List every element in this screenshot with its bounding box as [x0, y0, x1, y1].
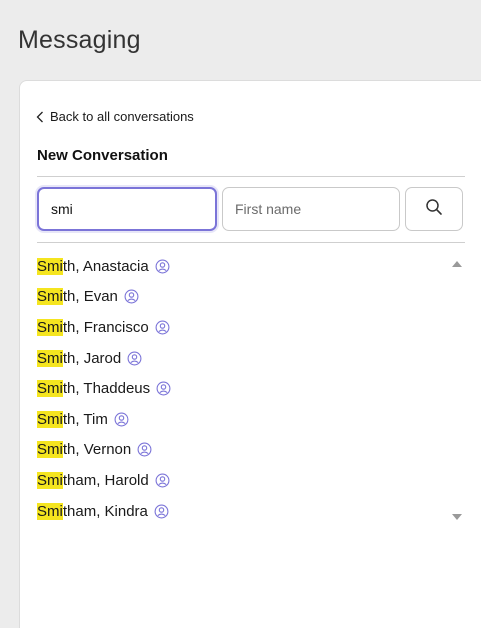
contact-name: tham, Kindra	[62, 502, 148, 520]
match-highlight: Smi	[37, 502, 63, 520]
back-link-label: Back to all conversations	[50, 109, 194, 124]
contact-name: th, Evan	[62, 288, 118, 306]
back-to-conversations-link[interactable]: Back to all conversations	[36, 109, 194, 124]
section-title: New Conversation	[37, 147, 168, 164]
contact-name: th, Vernon	[62, 441, 132, 459]
contact-list-item[interactable]: Smi th, Vernon	[37, 435, 449, 466]
scroll-down-arrow-icon[interactable]	[452, 514, 462, 520]
contact-list-item[interactable]: Smi th, Thaddeus	[37, 373, 449, 404]
person-icon	[127, 351, 142, 366]
contact-list-item[interactable]: Smi th, Anastacia	[37, 251, 449, 282]
contact-name: th, Jarod	[62, 349, 122, 367]
last-name-input[interactable]	[37, 187, 217, 231]
person-icon	[155, 473, 170, 488]
search-row	[37, 187, 465, 233]
person-icon	[154, 504, 169, 519]
contact-name: tham, Harold	[62, 471, 149, 489]
contact-name: th, Tim	[62, 410, 108, 428]
results-list: Smi th, Anastacia Smi th, Evan Smi th, Franci…	[37, 251, 449, 526]
first-name-input[interactable]	[222, 187, 400, 231]
chevron-left-icon	[36, 111, 44, 123]
contact-name: th, Anastacia	[62, 257, 149, 275]
match-highlight: Smi	[37, 441, 63, 459]
contact-list-item[interactable]: Smi th, Jarod	[37, 343, 449, 374]
person-icon	[124, 289, 139, 304]
new-conversation-panel: Back to all conversations New Conversati…	[19, 80, 481, 628]
person-icon	[156, 381, 171, 396]
contact-list-item[interactable]: Smi th, Evan	[37, 282, 449, 313]
scroll-up-arrow-icon[interactable]	[452, 261, 462, 267]
match-highlight: Smi	[37, 380, 63, 398]
match-highlight: Smi	[37, 257, 63, 275]
match-highlight: Smi	[37, 288, 63, 306]
contact-list-item[interactable]: Smi tham, Harold	[37, 465, 449, 496]
match-highlight: Smi	[37, 471, 63, 489]
person-icon	[155, 320, 170, 335]
search-button[interactable]	[405, 187, 463, 231]
contact-name: th, Francisco	[62, 318, 149, 336]
match-highlight: Smi	[37, 410, 63, 428]
person-icon	[155, 259, 170, 274]
divider	[37, 242, 465, 243]
contact-list-item[interactable]: Smi th, Francisco	[37, 312, 449, 343]
contact-name: th, Thaddeus	[62, 380, 151, 398]
results-scrollbar[interactable]	[449, 251, 465, 526]
person-icon	[114, 412, 129, 427]
divider	[37, 176, 465, 177]
person-icon	[137, 442, 152, 457]
page-title: Messaging	[18, 26, 141, 54]
match-highlight: Smi	[37, 349, 63, 367]
contact-list-item[interactable]: Smi tham, Kindra	[37, 496, 449, 526]
messaging-page: Messaging Back to all conversations New …	[0, 0, 481, 628]
contact-list-item[interactable]: Smi th, Tim	[37, 404, 449, 435]
match-highlight: Smi	[37, 318, 63, 336]
search-icon	[425, 198, 443, 221]
